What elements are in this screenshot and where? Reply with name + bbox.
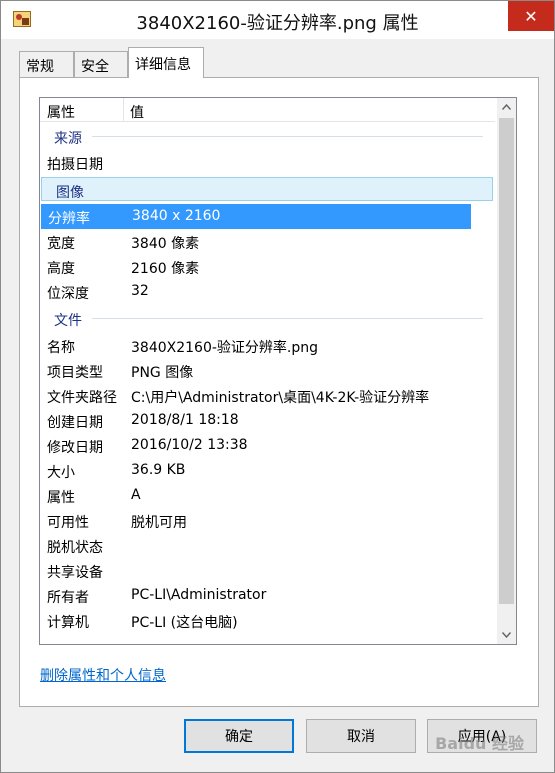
property-value: 3840X2160-验证分辨率.png xyxy=(131,340,318,356)
vertical-scrollbar[interactable] xyxy=(497,98,516,644)
list-item[interactable]: 共享设备 xyxy=(40,558,495,583)
property-name: 可用性 xyxy=(47,515,89,531)
group-label: 来源 xyxy=(54,131,82,147)
group-divider xyxy=(92,136,483,137)
group-image[interactable]: 图像 xyxy=(41,177,493,201)
scroll-down-button[interactable] xyxy=(497,626,516,644)
list-item[interactable]: 属性 A xyxy=(40,483,495,508)
property-name: 脱机状态 xyxy=(47,540,103,556)
property-name: 修改日期 xyxy=(47,440,103,456)
list-item[interactable]: 脱机状态 xyxy=(40,533,495,558)
property-value: 3840 像素 xyxy=(131,236,200,252)
property-value: A xyxy=(131,487,141,503)
cancel-button[interactable]: 取消 xyxy=(306,719,416,753)
property-name: 拍摄日期 xyxy=(47,157,103,173)
scroll-up-button[interactable] xyxy=(497,98,516,116)
property-name: 创建日期 xyxy=(47,415,103,431)
details-panel: 属性 值 来源 拍摄日期 图像 分辨率 3840 x 2160 宽度 3840 … xyxy=(19,77,539,707)
list-item[interactable]: 项目类型 PNG 图像 xyxy=(40,358,495,383)
property-value: PC-LI (这台电脑) xyxy=(131,615,238,631)
group-source[interactable]: 来源 xyxy=(40,124,495,148)
list-item[interactable]: 文件夹路径 C:\用户\Administrator\桌面\4K-2K-验证分辨率 xyxy=(40,383,495,408)
property-name: 大小 xyxy=(47,465,75,481)
property-value: 3840 x 2160 xyxy=(132,208,221,224)
list-item[interactable]: 拍摄日期 xyxy=(40,150,495,175)
list-item[interactable]: 名称 3840X2160-验证分辨率.png xyxy=(40,333,495,358)
tab-label: 常规 xyxy=(26,59,54,75)
property-value: PNG 图像 xyxy=(131,365,194,381)
group-divider xyxy=(92,318,483,319)
property-name: 位深度 xyxy=(47,286,89,302)
group-file[interactable]: 文件 xyxy=(40,306,495,330)
list-item[interactable]: 创建日期 2018/8/1 18:18 xyxy=(40,408,495,433)
list-item[interactable]: 宽度 3840 像素 xyxy=(40,229,495,254)
column-header-value[interactable]: 值 xyxy=(130,102,144,122)
property-value: 2160 像素 xyxy=(131,261,200,277)
property-value: 脱机可用 xyxy=(131,515,187,531)
close-button[interactable]: ✕ xyxy=(508,1,554,31)
list-item[interactable]: 可用性 脱机可用 xyxy=(40,508,495,533)
window-title: 3840X2160-验证分辨率.png 属性 xyxy=(136,13,419,34)
list-item[interactable]: 位深度 32 xyxy=(40,279,495,304)
remove-properties-link[interactable]: 删除属性和个人信息 xyxy=(40,665,166,685)
list-item[interactable]: 计算机 PC-LI (这台电脑) xyxy=(40,608,495,633)
apply-button[interactable]: 应用(A) xyxy=(427,719,537,753)
tab-label: 详细信息 xyxy=(135,57,191,73)
list-item-selected[interactable]: 分辨率 3840 x 2160 xyxy=(41,204,471,229)
property-name: 项目类型 xyxy=(47,365,103,381)
column-header-property[interactable]: 属性 xyxy=(40,98,124,122)
title-bar: 3840X2160-验证分辨率.png 属性 ✕ xyxy=(1,1,554,39)
close-icon: ✕ xyxy=(524,6,538,26)
property-name: 分辨率 xyxy=(48,211,90,227)
chevron-down-icon xyxy=(502,632,511,638)
tab-label: 安全 xyxy=(81,59,109,75)
list-item[interactable]: 高度 2160 像素 xyxy=(40,254,495,279)
property-name: 名称 xyxy=(47,340,75,356)
property-name: 文件夹路径 xyxy=(47,390,117,406)
tab-general[interactable]: 常规 xyxy=(19,51,74,77)
property-value: PC-LI\Administrator xyxy=(131,587,267,603)
list-item[interactable]: 所有者 PC-LI\Administrator xyxy=(40,583,495,608)
property-value: 36.9 KB xyxy=(131,462,186,478)
property-value: C:\用户\Administrator\桌面\4K-2K-验证分辨率 xyxy=(131,390,430,406)
list-item[interactable]: 修改日期 2016/10/2 13:38 xyxy=(40,433,495,458)
property-name: 宽度 xyxy=(47,236,75,252)
property-name: 属性 xyxy=(47,490,75,506)
property-name: 所有者 xyxy=(47,590,89,606)
property-name: 高度 xyxy=(47,261,75,277)
property-name: 计算机 xyxy=(47,615,89,631)
property-list[interactable]: 属性 值 来源 拍摄日期 图像 分辨率 3840 x 2160 宽度 3840 … xyxy=(39,97,517,645)
chevron-up-icon xyxy=(502,104,511,110)
property-value: 2018/8/1 18:18 xyxy=(131,412,239,428)
list-item[interactable]: 大小 36.9 KB xyxy=(40,458,495,483)
properties-dialog: 3840X2160-验证分辨率.png 属性 ✕ 常规 安全 详细信息 属性 值… xyxy=(0,0,555,773)
property-value: 32 xyxy=(131,283,149,299)
tab-security[interactable]: 安全 xyxy=(74,51,128,77)
property-name: 共享设备 xyxy=(47,565,103,581)
property-value: 2016/10/2 13:38 xyxy=(131,437,248,453)
list-header: 属性 值 xyxy=(40,98,495,122)
tab-details[interactable]: 详细信息 xyxy=(128,47,204,78)
scrollbar-thumb[interactable] xyxy=(499,118,514,604)
group-label: 图像 xyxy=(56,185,84,201)
group-label: 文件 xyxy=(54,313,82,329)
ok-button[interactable]: 确定 xyxy=(184,719,294,753)
